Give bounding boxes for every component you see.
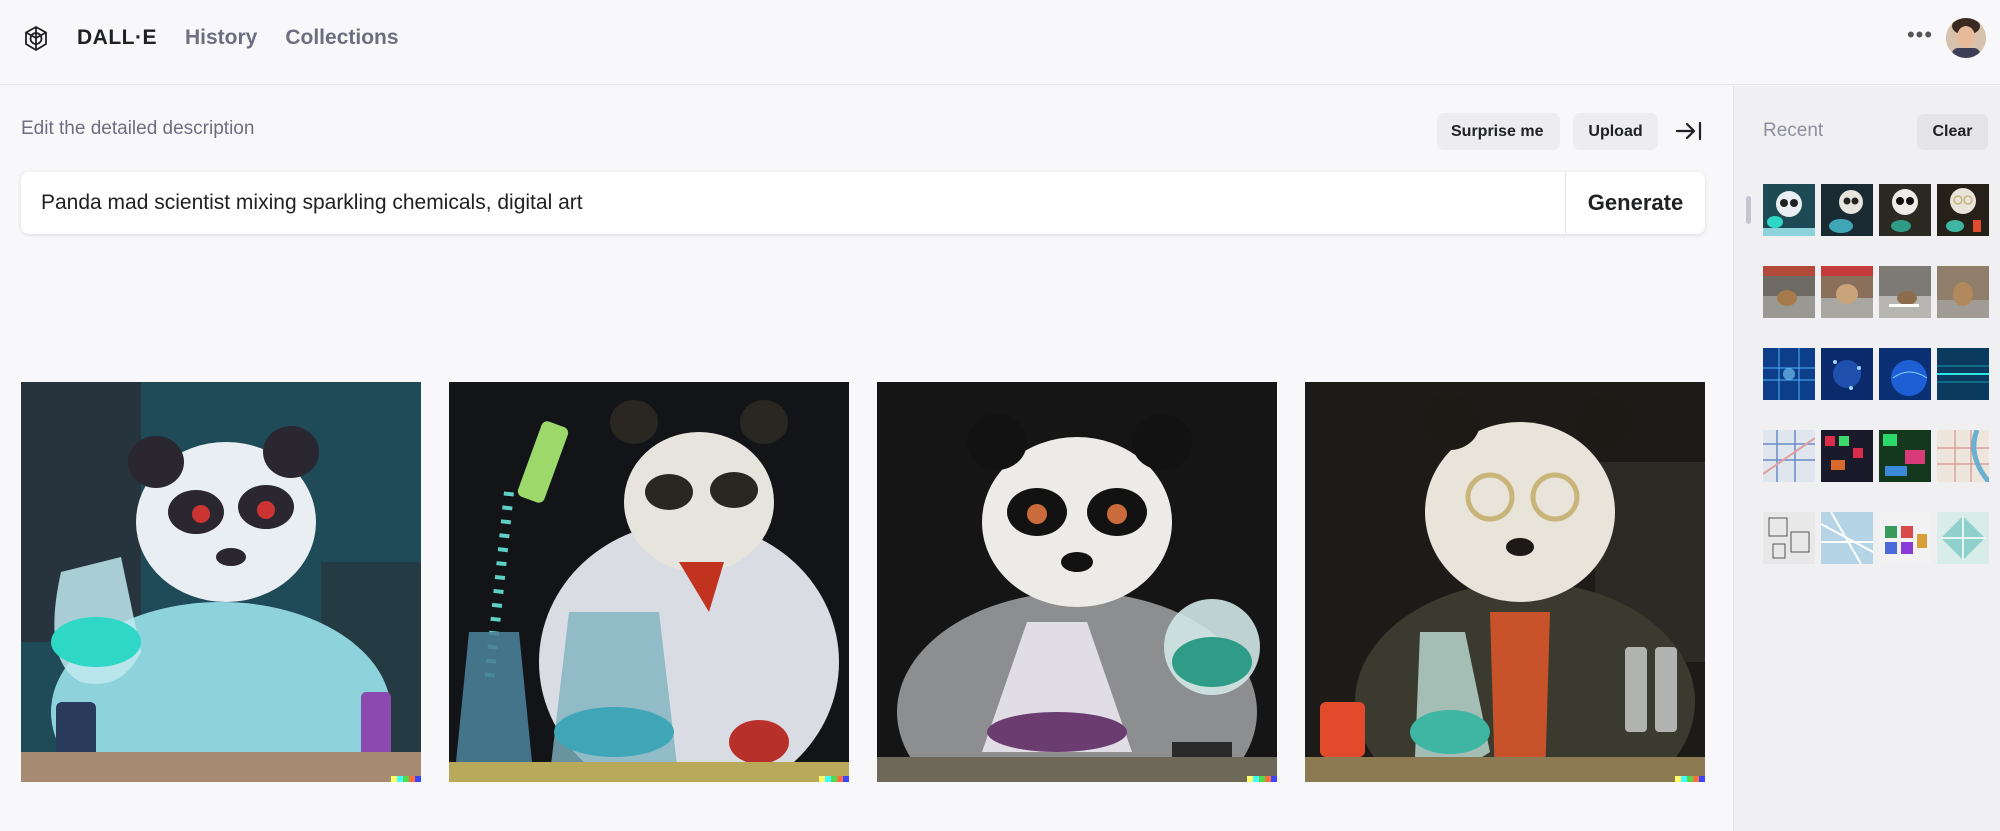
recent-thumbnail[interactable] — [1879, 512, 1931, 564]
result-image[interactable] — [449, 382, 849, 782]
recent-thumbnail[interactable] — [1879, 348, 1931, 400]
recent-label: Recent — [1763, 120, 1824, 141]
results-grid — [21, 382, 1705, 782]
recent-thumbnail[interactable] — [1937, 184, 1989, 236]
recent-thumbnail[interactable] — [1821, 512, 1873, 564]
recent-thumbnail[interactable] — [1821, 266, 1873, 318]
recent-thumbnail[interactable] — [1937, 512, 1989, 564]
recent-sidebar: Recent — [1733, 86, 2000, 831]
recent-thumbnail[interactable] — [1879, 184, 1931, 236]
prompt-box: Generate — [21, 172, 1705, 234]
result-image[interactable] — [21, 382, 421, 782]
edit-description-label: Edit the detailed description — [21, 118, 255, 139]
dalle-signature — [819, 776, 849, 782]
recent-thumbnails — [1763, 184, 1989, 564]
scrollbar[interactable] — [1746, 196, 1751, 224]
recent-thumbnail[interactable] — [1879, 430, 1931, 482]
nav-history[interactable]: History — [185, 26, 257, 50]
recent-thumbnail[interactable] — [1821, 184, 1873, 236]
nav-collections[interactable]: Collections — [285, 26, 398, 50]
openai-logo-icon[interactable] — [20, 23, 52, 55]
arrow-right-bar-icon[interactable] — [1674, 116, 1704, 146]
recent-thumbnail[interactable] — [1821, 348, 1873, 400]
dalle-signature — [1247, 776, 1277, 782]
surprise-me-button[interactable]: Surprise me — [1437, 113, 1560, 150]
recent-thumbnail[interactable] — [1937, 430, 1989, 482]
result-image[interactable] — [1305, 382, 1705, 782]
main-nav: DALL·E History Collections — [77, 26, 399, 50]
clear-button[interactable]: Clear — [1917, 114, 1988, 150]
recent-thumbnail[interactable] — [1763, 430, 1815, 482]
more-horizontal-icon[interactable]: ••• — [1905, 20, 1935, 54]
result-image[interactable] — [877, 382, 1277, 782]
dalle-signature — [391, 776, 421, 782]
prompt-input[interactable] — [41, 172, 1561, 234]
recent-thumbnail[interactable] — [1937, 266, 1989, 318]
recent-thumbnail[interactable] — [1763, 184, 1815, 236]
main-area: Edit the detailed description Surprise m… — [0, 86, 1733, 831]
recent-thumbnail[interactable] — [1763, 512, 1815, 564]
brand-link[interactable]: DALL·E — [77, 26, 157, 50]
upload-button[interactable]: Upload — [1573, 113, 1658, 150]
recent-thumbnail[interactable] — [1937, 348, 1989, 400]
recent-thumbnail[interactable] — [1763, 348, 1815, 400]
user-avatar[interactable] — [1946, 18, 1986, 58]
recent-thumbnail[interactable] — [1879, 266, 1931, 318]
recent-thumbnail[interactable] — [1763, 266, 1815, 318]
top-bar: DALL·E History Collections ••• — [0, 0, 2000, 85]
dalle-signature — [1675, 776, 1705, 782]
recent-thumbnail[interactable] — [1821, 430, 1873, 482]
generate-button[interactable]: Generate — [1565, 172, 1705, 234]
